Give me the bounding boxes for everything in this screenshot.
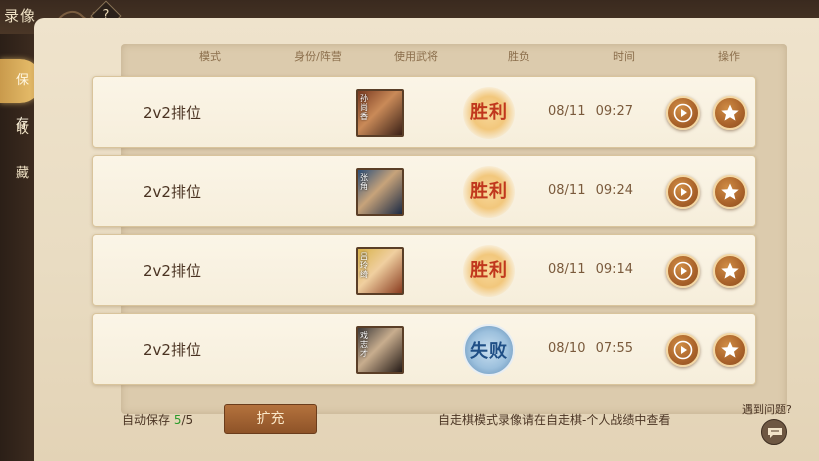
mode-label: 2v2排位: [143, 104, 201, 122]
play-replay-button[interactable]: [666, 254, 700, 288]
mode-label: 2v2排位: [143, 341, 201, 359]
expand-button[interactable]: 扩充: [224, 404, 317, 434]
table-row: 2v2排位 吕玲绮 胜利 08/11 09:14: [92, 234, 756, 306]
column-header-time: 时间: [613, 50, 635, 63]
result-badge: 失败: [463, 324, 515, 376]
column-header-hero: 使用武将: [394, 50, 438, 63]
play-replay-button[interactable]: [666, 175, 700, 209]
favorite-button[interactable]: [713, 333, 747, 367]
play-icon: [673, 182, 693, 202]
play-icon: [673, 261, 693, 281]
result-badge: 胜利: [463, 87, 515, 139]
hero-name-tag: 孙尚香: [360, 94, 368, 121]
replay-time: 08/11 09:14: [548, 262, 634, 277]
mode-label: 2v2排位: [143, 183, 201, 201]
auto-save-label: 自动保存: [122, 413, 171, 427]
result-badge: 胜利: [463, 245, 515, 297]
column-header-actions: 操作: [718, 50, 740, 63]
replay-time: 08/11 09:27: [548, 104, 634, 119]
page-title: 录像: [4, 7, 37, 25]
star-icon: [721, 183, 739, 200]
play-replay-button[interactable]: [666, 96, 700, 130]
star-icon: [721, 104, 739, 121]
star-icon: [721, 341, 739, 358]
table-row: 2v2排位 戏志才 失败 08/10 07:55: [92, 313, 756, 385]
hero-avatar: 孙尚香: [356, 89, 404, 137]
feedback-icon: [768, 428, 782, 438]
result-badge: 胜利: [463, 166, 515, 218]
auto-save-total: /5: [181, 413, 194, 427]
table-row: 2v2排位 孙尚香 胜利 08/11 09:27: [92, 76, 756, 148]
table-row: 2v2排位 张角 胜利 08/11 09:24: [92, 155, 756, 227]
hero-name-tag: 戏志才: [360, 331, 368, 358]
column-header-mode: 模式: [199, 50, 221, 63]
problem-label: 遇到问题?: [742, 403, 792, 416]
hero-avatar: 张角: [356, 168, 404, 216]
star-icon: [721, 262, 739, 279]
column-header-identity: 身份/阵营: [294, 50, 342, 63]
column-header-result: 胜负: [508, 50, 530, 63]
auto-save-status: 自动保存 5/5: [122, 411, 193, 428]
hero-name-tag: 吕玲绮: [360, 252, 368, 279]
favorite-button[interactable]: [713, 96, 747, 130]
sidebar: 保存 收藏: [0, 34, 42, 461]
table-header: 模式 身份/阵营 使用武将 胜负 时间 操作: [121, 44, 787, 66]
replay-time: 08/10 07:55: [548, 341, 634, 356]
feedback-button[interactable]: [761, 419, 787, 445]
mode-label: 2v2排位: [143, 262, 201, 280]
favorite-button[interactable]: [713, 254, 747, 288]
replay-time: 08/11 09:24: [548, 183, 634, 198]
hero-avatar: 吕玲绮: [356, 247, 404, 295]
sidebar-item-label: 收藏: [16, 122, 30, 181]
hero-avatar: 戏志才: [356, 326, 404, 374]
play-icon: [673, 103, 693, 123]
play-icon: [673, 340, 693, 360]
favorite-button[interactable]: [713, 175, 747, 209]
autochess-note: 自走棋模式录像请在自走棋-个人战绩中查看: [438, 413, 671, 427]
hero-name-tag: 张角: [360, 173, 368, 191]
play-replay-button[interactable]: [666, 333, 700, 367]
